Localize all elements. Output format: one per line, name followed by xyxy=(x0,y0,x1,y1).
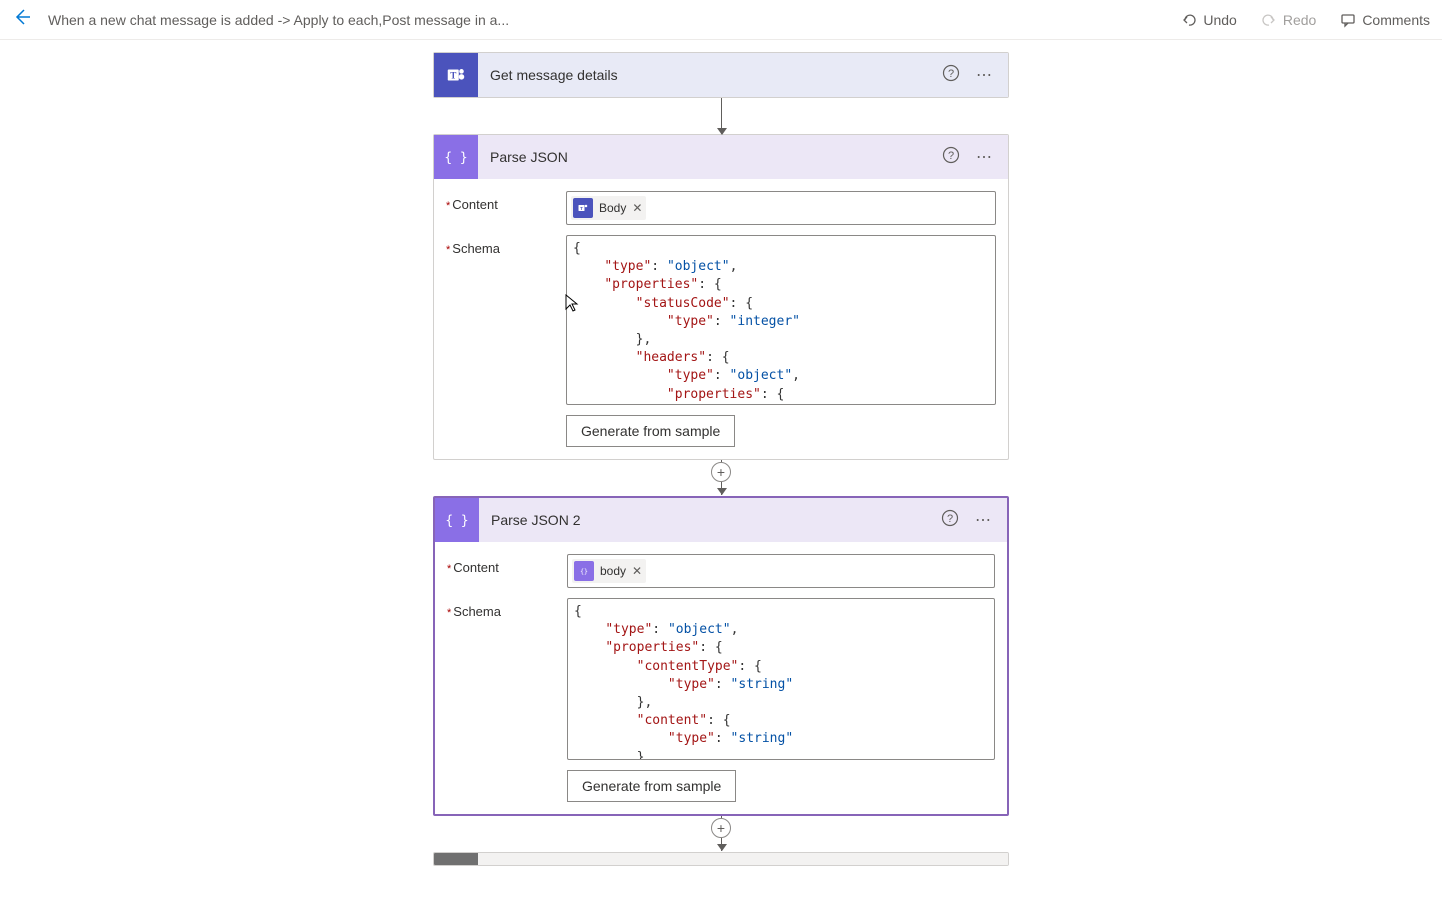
comments-button[interactable]: Comments xyxy=(1340,12,1430,28)
redo-button: Redo xyxy=(1261,12,1316,28)
undo-button[interactable]: Undo xyxy=(1181,12,1236,28)
help-icon[interactable]: ? xyxy=(942,146,960,169)
content-control: {} body ✕ xyxy=(567,554,995,588)
card-body: Content T Body ✕ Schema xyxy=(434,179,1008,459)
content-label: Content xyxy=(447,554,567,588)
card-header-actions: ? ⋯ xyxy=(941,509,1007,532)
schema-input[interactable]: { "type": "object", "properties": { "con… xyxy=(567,598,995,760)
back-arrow-icon[interactable] xyxy=(12,7,32,33)
generate-row: Generate from sample xyxy=(446,415,996,447)
action-card-get-message-details[interactable]: T Get message details ? ⋯ xyxy=(433,52,1009,98)
action-icon xyxy=(434,853,478,866)
token-remove-icon[interactable]: ✕ xyxy=(632,564,642,578)
content-input[interactable]: T Body ✕ xyxy=(566,191,996,225)
connector xyxy=(721,98,722,134)
more-icon[interactable]: ⋯ xyxy=(976,147,992,167)
schema-row: Schema { "type": "object", "properties":… xyxy=(447,598,995,760)
body-token[interactable]: {} body ✕ xyxy=(572,559,646,583)
card-header[interactable]: { } Parse JSON 2 ? ⋯ xyxy=(435,498,1007,542)
schema-input[interactable]: { "type": "object", "properties": { "sta… xyxy=(566,235,996,405)
content-control: T Body ✕ xyxy=(566,191,996,225)
svg-text:T: T xyxy=(580,206,583,211)
content-row: Content {} body ✕ xyxy=(447,554,995,588)
schema-control: { "type": "object", "properties": { "sta… xyxy=(566,235,996,405)
action-card-next[interactable] xyxy=(433,852,1009,866)
card-header[interactable]: T Get message details ? ⋯ xyxy=(434,53,1008,97)
svg-text:?: ? xyxy=(948,150,954,162)
card-header-actions: ? ⋯ xyxy=(942,64,1008,87)
content-input[interactable]: {} body ✕ xyxy=(567,554,995,588)
svg-text:T: T xyxy=(450,71,456,81)
teams-icon: T xyxy=(434,53,478,97)
generate-row: Generate from sample xyxy=(447,770,995,802)
svg-text:{ }: { } xyxy=(446,514,468,529)
token-label: Body xyxy=(599,201,626,215)
schema-row: Schema { "type": "object", "properties":… xyxy=(446,235,996,405)
add-step-button[interactable]: + xyxy=(711,462,731,482)
svg-text:{}: {} xyxy=(580,568,588,576)
more-icon[interactable]: ⋯ xyxy=(975,510,991,530)
generate-from-sample-button[interactable]: Generate from sample xyxy=(566,415,735,447)
schema-label: Schema xyxy=(447,598,567,760)
card-title: Get message details xyxy=(478,67,942,83)
json-icon: { } xyxy=(435,498,479,542)
more-icon[interactable]: ⋯ xyxy=(976,65,992,85)
help-icon[interactable]: ? xyxy=(941,509,959,532)
flow-canvas: T Get message details ? ⋯ { } Parse JSON… xyxy=(0,40,1442,902)
schema-label: Schema xyxy=(446,235,566,405)
json-icon: {} xyxy=(574,561,594,581)
card-header-actions: ? ⋯ xyxy=(942,146,1008,169)
body-token[interactable]: T Body ✕ xyxy=(571,196,646,220)
top-bar: When a new chat message is added -> Appl… xyxy=(0,0,1442,40)
card-header[interactable]: { } Parse JSON ? ⋯ xyxy=(434,135,1008,179)
teams-icon: T xyxy=(573,198,593,218)
action-card-parse-json-2[interactable]: { } Parse JSON 2 ? ⋯ Content {} xyxy=(433,496,1009,816)
token-remove-icon[interactable]: ✕ xyxy=(632,201,642,215)
comments-label: Comments xyxy=(1362,12,1430,28)
content-row: Content T Body ✕ xyxy=(446,191,996,225)
breadcrumb[interactable]: When a new chat message is added -> Appl… xyxy=(48,12,1181,28)
svg-text:?: ? xyxy=(948,68,954,80)
add-step-connector: + xyxy=(721,816,722,852)
add-step-connector: + xyxy=(721,460,722,496)
card-title: Parse JSON 2 xyxy=(479,512,941,528)
card-header[interactable] xyxy=(434,853,1008,866)
token-label: body xyxy=(600,564,626,578)
generate-from-sample-button[interactable]: Generate from sample xyxy=(567,770,736,802)
action-card-parse-json[interactable]: { } Parse JSON ? ⋯ Content T xyxy=(433,134,1009,460)
schema-control: { "type": "object", "properties": { "con… xyxy=(567,598,995,760)
card-body: Content {} body ✕ Schema xyxy=(435,542,1007,814)
json-icon: { } xyxy=(434,135,478,179)
help-icon[interactable]: ? xyxy=(942,64,960,87)
svg-text:{ }: { } xyxy=(445,151,467,166)
top-actions: Undo Redo Comments xyxy=(1181,12,1430,28)
svg-text:?: ? xyxy=(947,513,953,525)
add-step-button[interactable]: + xyxy=(711,818,731,838)
card-title: Parse JSON xyxy=(478,149,942,165)
redo-label: Redo xyxy=(1283,12,1316,28)
undo-label: Undo xyxy=(1203,12,1236,28)
content-label: Content xyxy=(446,191,566,225)
